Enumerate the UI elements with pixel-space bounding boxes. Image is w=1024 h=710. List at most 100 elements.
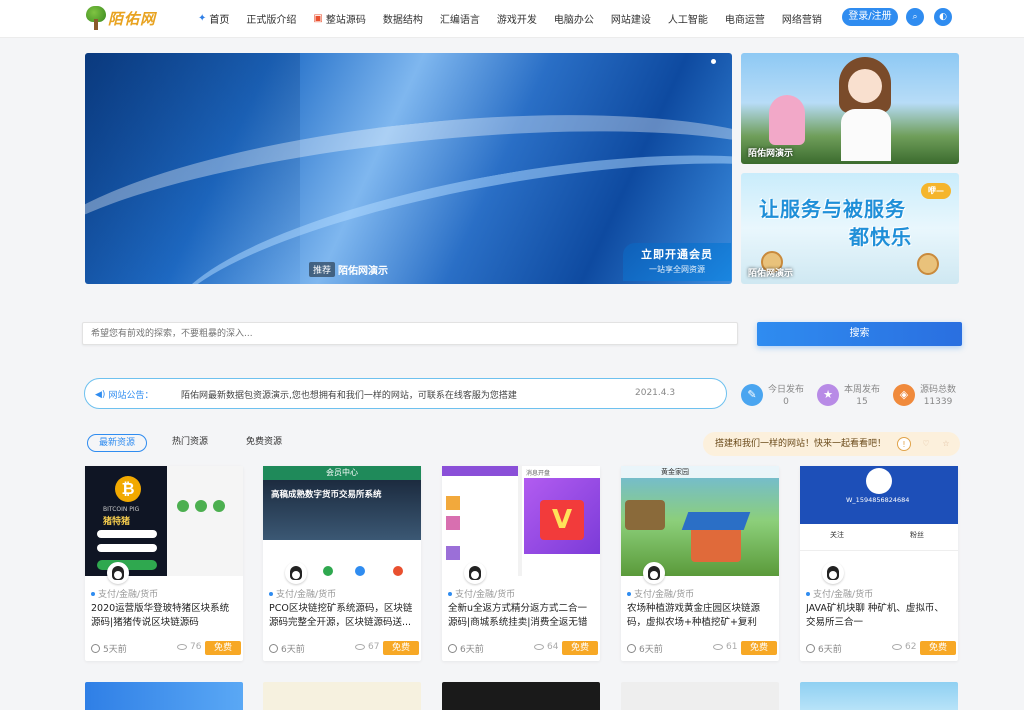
free-badge: 免费 xyxy=(920,641,956,655)
avatar[interactable] xyxy=(285,562,307,584)
avatar[interactable] xyxy=(464,562,486,584)
resource-card[interactable] xyxy=(621,682,779,710)
resource-card[interactable] xyxy=(263,682,421,710)
resource-card[interactable]: ₿ BITCOIN PIG 猪特猪 支付/金融/货币 2020运营版华登玻特猪区… xyxy=(85,466,243,661)
card-category[interactable]: 支付/金融/货币 xyxy=(448,587,515,600)
tab-latest[interactable]: 最新资源 xyxy=(87,434,147,452)
category-label: 支付/金融/货币 xyxy=(455,590,516,600)
card-time: 6天前 xyxy=(806,642,842,655)
card-category[interactable]: 支付/金融/货币 xyxy=(806,587,873,600)
views-label: 76 xyxy=(190,642,202,652)
resource-card[interactable] xyxy=(442,682,600,710)
announcement-date: 2021.4.3 xyxy=(635,388,676,398)
nav-item-ai[interactable]: 人工智能 xyxy=(668,11,708,26)
nav-label: 整站源码 xyxy=(325,14,366,26)
thumb-text: 会员中心 xyxy=(263,466,421,480)
nav-label: 网站建设 xyxy=(610,14,651,26)
thumb-dot xyxy=(323,566,333,576)
category-label: 支付/金融/货币 xyxy=(813,590,874,600)
card-category[interactable]: 支付/金融/货币 xyxy=(269,587,336,600)
card-thumbnail: 消息开盘 V xyxy=(442,466,600,576)
card-title[interactable]: PCO区块链挖矿系统源码，区块链源码完整全开源，区块链源码送... xyxy=(269,602,415,630)
time-label: 6天前 xyxy=(460,645,484,655)
nav-item-assembly[interactable]: 汇编语言 xyxy=(440,11,480,26)
nav-item-game-dev[interactable]: 游戏开发 xyxy=(497,11,537,26)
tab-hot[interactable]: 热门资源 xyxy=(172,434,208,452)
tip-text: 搭建和我们一样的网站！快来一起看看吧！ xyxy=(715,439,887,449)
search-button[interactable]: 搜索 xyxy=(757,322,962,346)
card-meta: 6天前 61 免费 xyxy=(627,641,777,655)
eye-icon xyxy=(892,644,902,650)
side-promo-card[interactable]: 让服务与被服务 都快乐 咿— 陌佑网演示 xyxy=(741,173,959,284)
card-title[interactable]: JAVA矿机块聊 种矿机、虚拟币、交易所三合一 xyxy=(806,602,952,630)
category-label: 支付/金融/货币 xyxy=(276,590,337,600)
card-label: 陌佑网演示 xyxy=(748,269,794,279)
vip-badge[interactable]: 立即开通会员 一站享全网资源 xyxy=(623,243,731,281)
resource-card[interactable]: W_1594856824684 关注 粉丝 支付/金融/货币 JAVA矿机块聊 … xyxy=(800,466,958,661)
nav-item-source[interactable]: ▣ 整站源码 xyxy=(313,11,365,26)
clock-icon xyxy=(91,644,100,653)
card-time: 6天前 xyxy=(627,642,663,655)
stat-week: ★ 本周发布 15 xyxy=(817,382,880,407)
vip-title: 立即开通会员 xyxy=(641,248,713,261)
views-label: 61 xyxy=(726,642,738,652)
site-logo[interactable]: 陌佑网 xyxy=(86,5,156,31)
star-outline-icon[interactable]: ☆ xyxy=(939,437,953,451)
carousel-dot[interactable] xyxy=(711,59,716,64)
card-thumbnail: 黄金家园 xyxy=(621,466,779,576)
nav-item-data-structure[interactable]: 数据结构 xyxy=(383,11,423,26)
nav-item-web-build[interactable]: 网站建设 xyxy=(611,11,651,26)
search-icon[interactable]: ⌕ xyxy=(906,8,924,26)
side-promo-card[interactable]: 陌佑网演示 xyxy=(741,53,959,164)
thumb-roof xyxy=(681,512,751,530)
time-label: 5天前 xyxy=(103,645,127,655)
resource-card[interactable] xyxy=(85,682,243,710)
card-title[interactable]: 全新u全返方式精分返方式二合一源码|商城系统挂卖|消费全返无错版... xyxy=(448,602,594,630)
speaker-icon: ◀) xyxy=(95,389,106,400)
card-title[interactable]: 2020运营版华登玻特猪区块系统源码|猪猪传说区块链源码 xyxy=(91,602,237,630)
login-register-button[interactable]: 登录/注册 xyxy=(842,8,898,26)
nav-item-ecommerce[interactable]: 电商运营 xyxy=(725,11,765,26)
card-title[interactable]: 农场种植游戏黄金庄园区块链源码，虚拟农场+种植挖矿+复利分... xyxy=(627,602,773,630)
card-category[interactable]: 支付/金融/货币 xyxy=(91,587,158,600)
announcement-text[interactable]: 陌佑网最新数据包资源演示,您也想拥有和我们一样的网站，可联系在线客服为您搭建 xyxy=(181,388,517,401)
bag-icon: ▣ xyxy=(313,12,323,24)
clock-icon xyxy=(448,644,457,653)
nav-item-marketing[interactable]: 网络营销 xyxy=(782,11,822,26)
card-views: 61 xyxy=(713,642,737,652)
resource-card[interactable]: 黄金家园 支付/金融/货币 农场种植游戏黄金庄园区块链源码，虚拟农场+种植挖矿+… xyxy=(621,466,779,661)
stat-today: ✎ 今日发布 0 xyxy=(741,382,804,407)
card-time: 6天前 xyxy=(269,642,305,655)
resource-card[interactable]: 会员中心 高稿成熟数字货币交易所系统 支付/金融/货币 PCO区块链挖矿系统源码… xyxy=(263,466,421,661)
nav-item-intro[interactable]: 正式版介绍 xyxy=(246,11,296,26)
avatar[interactable] xyxy=(643,562,665,584)
card-label: 陌佑网演示 xyxy=(748,149,794,159)
hero-banner[interactable]: 推荐 陌佑网演示 立即开通会员 一站享全网资源 xyxy=(85,53,732,284)
promo-tip[interactable]: 搭建和我们一样的网站！快来一起看看吧！ ! ♡ ☆ xyxy=(703,432,960,456)
search-input[interactable] xyxy=(82,322,738,345)
nav-item-home[interactable]: ✦ 首页 xyxy=(198,11,229,26)
avatar[interactable] xyxy=(107,562,129,584)
tab-free[interactable]: 免费资源 xyxy=(246,434,282,452)
free-badge: 免费 xyxy=(562,641,598,655)
card-time: 5天前 xyxy=(91,642,127,655)
clock-icon xyxy=(269,644,278,653)
resource-card[interactable] xyxy=(800,682,958,710)
slogan-badge: 咿— xyxy=(921,183,951,199)
views-label: 67 xyxy=(368,642,380,652)
card-category[interactable]: 支付/金融/货币 xyxy=(627,587,694,600)
bitcoin-icon: ₿ xyxy=(115,476,141,502)
free-badge: 免费 xyxy=(741,641,777,655)
stat-title: 源码总数 xyxy=(920,385,957,395)
thumb-text: 高稿成熟数字货币交易所系统 xyxy=(271,490,382,500)
thumb-product xyxy=(446,546,460,560)
avatar[interactable] xyxy=(822,562,844,584)
card-views: 64 xyxy=(534,642,558,652)
nav-item-office[interactable]: 电脑办公 xyxy=(554,11,594,26)
resource-card[interactable]: 消息开盘 V 支付/金融/货币 全新u全返方式精分返方式二合一源码|商城系统挂卖… xyxy=(442,466,600,661)
theme-toggle-icon[interactable]: ◐ xyxy=(934,8,952,26)
card-views: 67 xyxy=(355,642,379,652)
main-nav: ✦ 首页 正式版介绍 ▣ 整站源码 数据结构 汇编语言 游戏开发 电脑办公 网站建设… xyxy=(198,0,839,36)
heart-icon[interactable]: ♡ xyxy=(919,437,933,451)
thumb-text: 消息开盘 xyxy=(526,470,551,477)
